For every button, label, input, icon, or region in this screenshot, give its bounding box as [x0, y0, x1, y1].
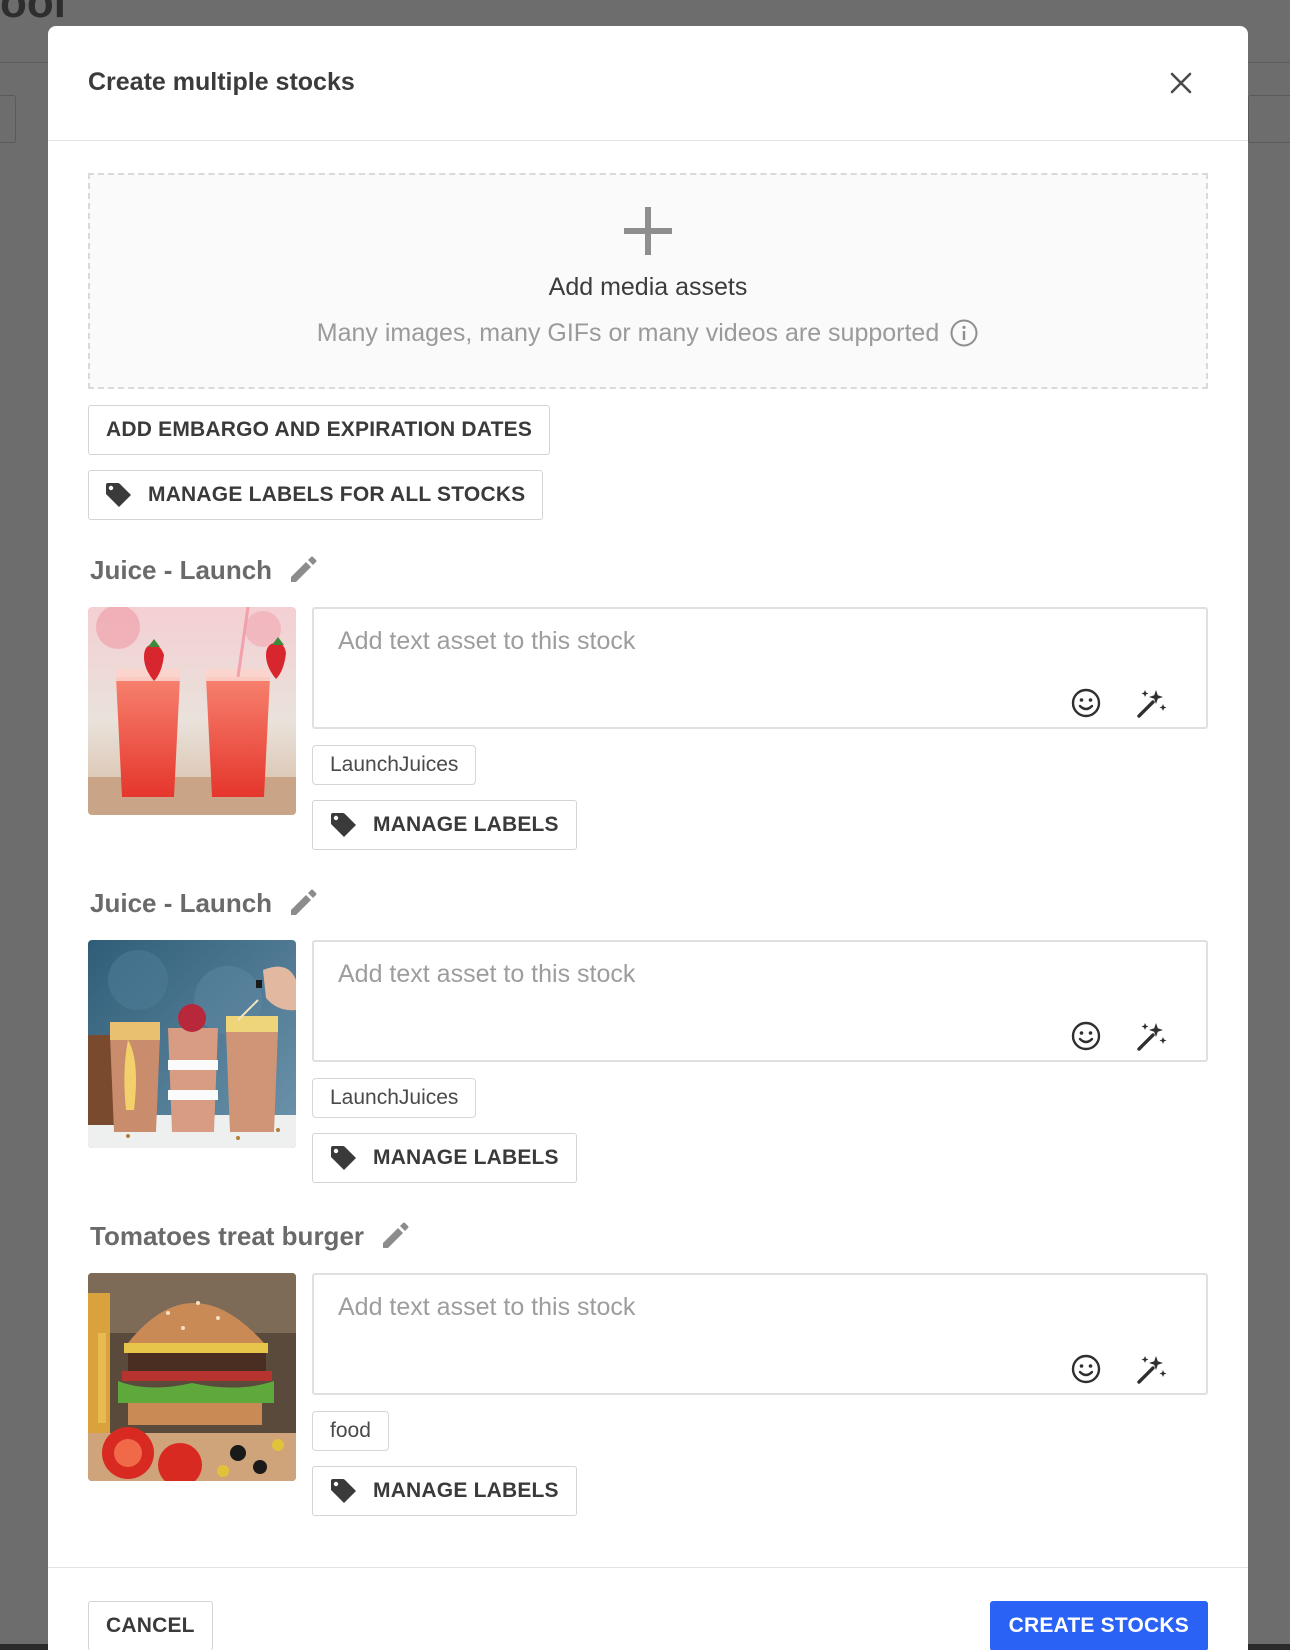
pencil-icon[interactable]	[288, 555, 318, 585]
emoji-icon	[1071, 1021, 1101, 1051]
close-button[interactable]	[1164, 66, 1198, 100]
manage-labels-button[interactable]: MANAGE LABELS	[312, 800, 577, 850]
ai-generate-button[interactable]	[1134, 1351, 1170, 1387]
stock-item: Tomatoes treat burger Add text asset to …	[88, 1219, 1208, 1516]
stock-title-text: Juice - Launch	[90, 554, 273, 585]
label-chip: LaunchJuices	[312, 745, 477, 785]
stock-row: Add text asset to this stock	[88, 1273, 1208, 1516]
plus-icon	[624, 207, 672, 255]
text-asset-placeholder: Add text asset to this stock	[338, 627, 636, 655]
stock-item: Juice - Launch Add text asset to this st…	[88, 553, 1208, 850]
stock-details: Add text asset to this stock	[312, 607, 1208, 850]
modal-footer: CANCEL CREATE STOCKS	[48, 1567, 1248, 1650]
tag-icon	[331, 1146, 356, 1170]
text-asset-tools	[1068, 685, 1170, 721]
magic-wand-icon	[1137, 690, 1167, 718]
stock-details: Add text asset to this stock	[312, 1273, 1208, 1516]
modal-title: Create multiple stocks	[88, 68, 355, 96]
stock-title-text: Tomatoes treat burger	[90, 1220, 365, 1251]
text-asset-placeholder: Add text asset to this stock	[338, 1293, 636, 1321]
add-embargo-dates-button[interactable]: ADD EMBARGO AND EXPIRATION DATES	[88, 405, 551, 455]
stock-row: Add text asset to this stock	[88, 607, 1208, 850]
stock-title: Juice - Launch	[90, 553, 1208, 587]
stock-thumbnail[interactable]	[88, 607, 296, 815]
stock-thumbnail[interactable]	[88, 940, 296, 1148]
stock-row: Add text asset to this stock	[88, 940, 1208, 1183]
tag-icon	[331, 813, 356, 837]
text-asset-tools	[1068, 1351, 1170, 1387]
magic-wand-icon	[1137, 1023, 1167, 1051]
emoji-button[interactable]	[1068, 1018, 1104, 1054]
background-page-title: ool	[0, 0, 66, 27]
label-chip: food	[312, 1411, 389, 1451]
dropzone-title: Add media assets	[548, 273, 748, 301]
ai-generate-button[interactable]	[1134, 685, 1170, 721]
manage-labels-label: MANAGE LABELS	[373, 1479, 559, 1502]
label-chip: LaunchJuices	[312, 1078, 477, 1118]
stock-item: Juice - Launch Add text asset to this st…	[88, 886, 1208, 1183]
background-divider	[0, 62, 48, 63]
manage-labels-label: MANAGE LABELS	[373, 813, 559, 836]
create-stocks-button[interactable]: CREATE STOCKS	[989, 1601, 1208, 1650]
pencil-icon[interactable]	[288, 888, 318, 918]
stock-details: Add text asset to this stock	[312, 940, 1208, 1183]
background-control	[1248, 95, 1290, 143]
stock-title-text: Juice - Launch	[90, 887, 273, 918]
text-asset-input[interactable]: Add text asset to this stock	[312, 607, 1208, 729]
create-stocks-modal: Create multiple stocks Add media assets …	[48, 26, 1248, 1650]
stock-title: Juice - Launch	[90, 886, 1208, 920]
emoji-icon	[1071, 688, 1101, 718]
media-dropzone[interactable]: Add media assets Many images, many GIFs …	[88, 173, 1208, 389]
close-icon	[1170, 72, 1192, 94]
ai-generate-button[interactable]	[1134, 1018, 1170, 1054]
pencil-icon[interactable]	[380, 1221, 410, 1251]
dropzone-subtitle: Many images, many GIFs or many videos ar…	[317, 318, 980, 348]
manage-labels-button[interactable]: MANAGE LABELS	[312, 1466, 577, 1516]
manage-labels-all-button[interactable]: MANAGE LABELS FOR ALL STOCKS	[88, 470, 544, 520]
stock-thumbnail[interactable]	[88, 1273, 296, 1481]
emoji-icon	[1071, 1354, 1101, 1384]
modal-header: Create multiple stocks	[48, 26, 1248, 141]
manage-labels-button[interactable]: MANAGE LABELS	[312, 1133, 577, 1183]
text-asset-input[interactable]: Add text asset to this stock	[312, 1273, 1208, 1395]
text-asset-input[interactable]: Add text asset to this stock	[312, 940, 1208, 1062]
text-asset-placeholder: Add text asset to this stock	[338, 960, 636, 988]
tag-icon	[106, 483, 131, 507]
background-control	[0, 95, 16, 143]
manage-labels-all-label: MANAGE LABELS FOR ALL STOCKS	[148, 483, 526, 506]
info-icon[interactable]	[949, 318, 979, 348]
strawberry-juice-image	[88, 607, 296, 815]
smoothie-jars-image	[88, 940, 296, 1148]
emoji-button[interactable]	[1068, 1351, 1104, 1387]
burger-image	[88, 1273, 296, 1481]
emoji-button[interactable]	[1068, 685, 1104, 721]
manage-labels-label: MANAGE LABELS	[373, 1146, 559, 1169]
dropzone-subtitle-text: Many images, many GIFs or many videos ar…	[316, 318, 940, 347]
text-asset-tools	[1068, 1018, 1170, 1054]
stock-title: Tomatoes treat burger	[90, 1219, 1208, 1253]
cancel-button[interactable]: CANCEL	[88, 1601, 213, 1650]
tag-icon	[331, 1479, 356, 1503]
background-divider	[1248, 62, 1290, 63]
magic-wand-icon	[1137, 1356, 1167, 1384]
modal-body: Add media assets Many images, many GIFs …	[48, 141, 1248, 1516]
